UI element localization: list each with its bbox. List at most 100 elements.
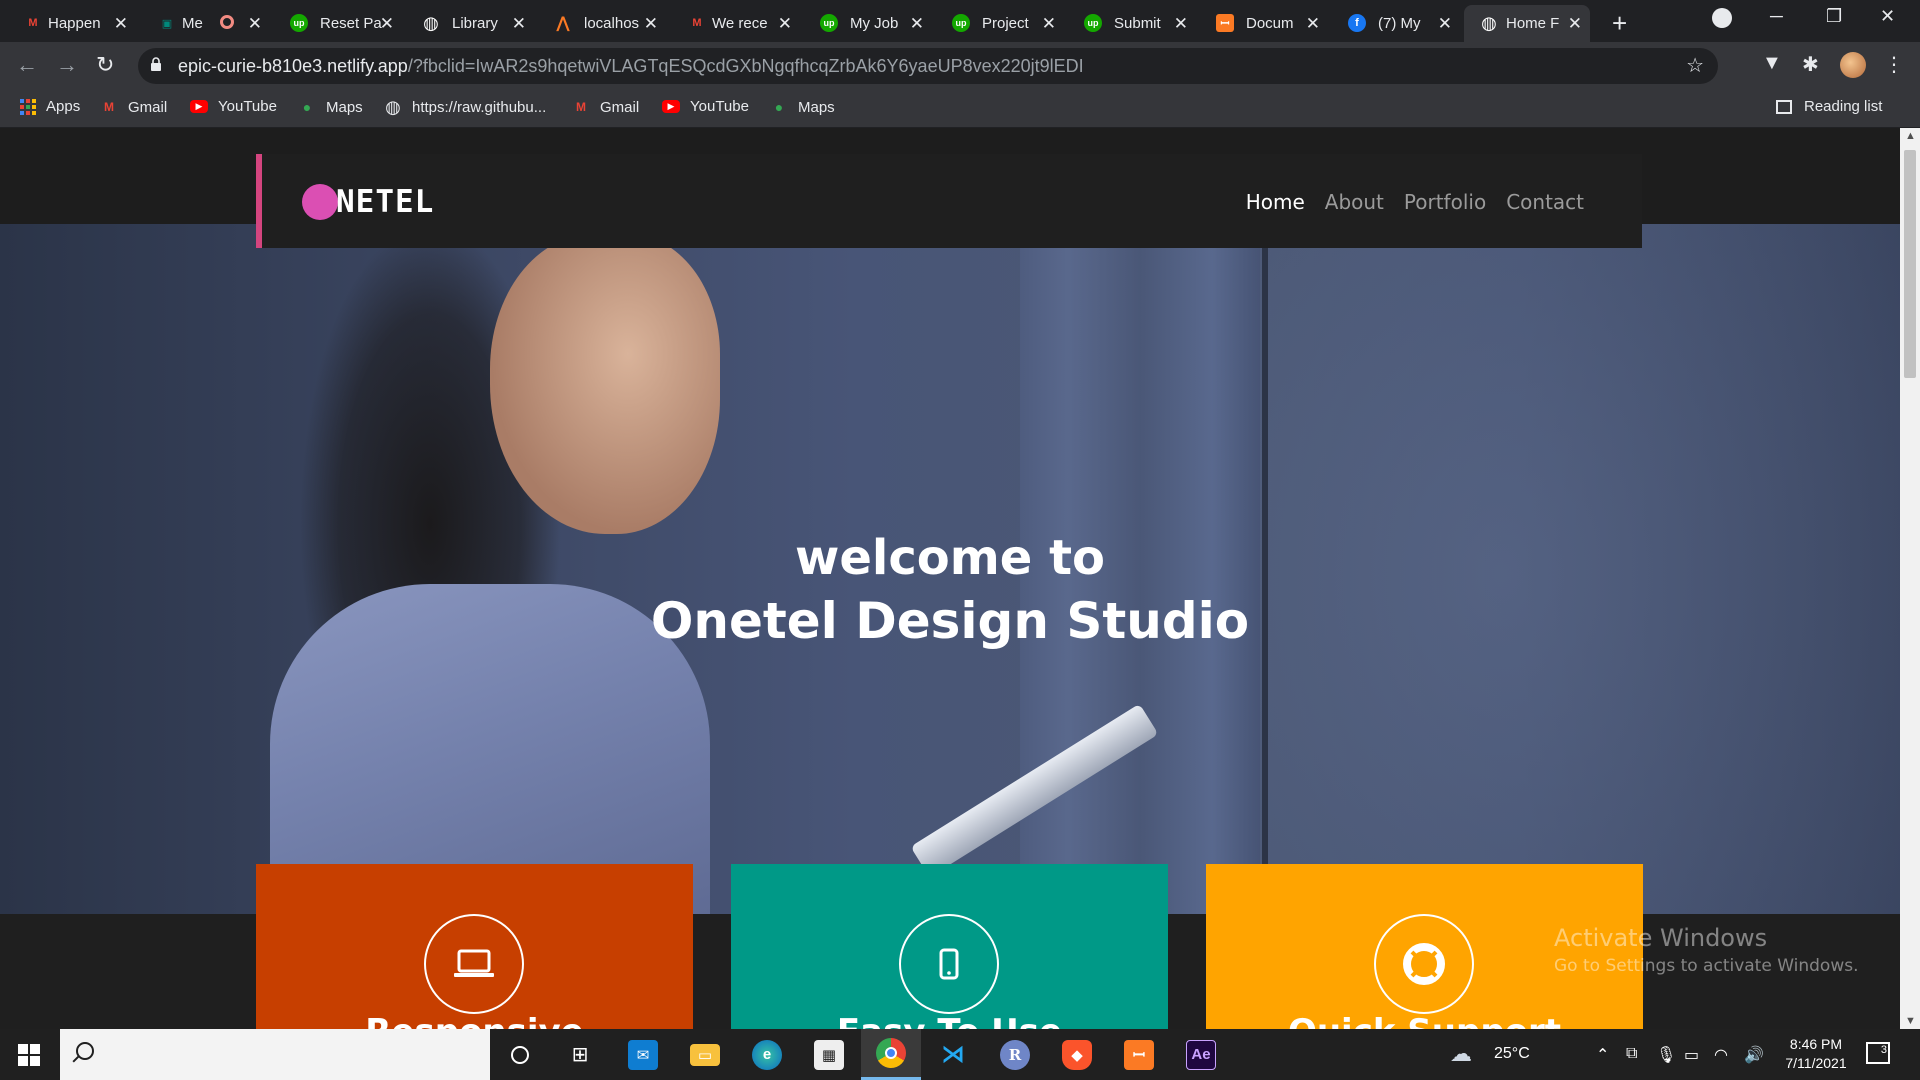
- browser-tab[interactable]: ◍ Library ✕: [422, 5, 534, 42]
- brave-browser-icon[interactable]: ◆: [1047, 1029, 1107, 1080]
- r-app-icon[interactable]: R: [985, 1029, 1045, 1080]
- microphone-icon[interactable]: 🎙: [1656, 1045, 1676, 1065]
- close-icon[interactable]: ✕: [644, 14, 658, 34]
- mail-app-icon[interactable]: ✉: [613, 1029, 673, 1080]
- reading-list-label: Reading list: [1804, 98, 1883, 115]
- meet-now-icon[interactable]: ⧉: [1626, 1045, 1637, 1063]
- menu-kebab-icon[interactable]: ⋮: [1884, 52, 1904, 77]
- browser-tab[interactable]: up Reset Pa ✕: [290, 5, 402, 42]
- reload-button[interactable]: ↻: [96, 52, 114, 78]
- bookmark-gmail[interactable]: M Gmail: [572, 98, 639, 116]
- edge-browser-icon[interactable]: e: [737, 1029, 797, 1080]
- nav-link-about[interactable]: About: [1325, 190, 1384, 214]
- bookmark-gmail[interactable]: M Gmail: [100, 98, 167, 116]
- minimize-button[interactable]: ─: [1770, 6, 1783, 27]
- new-tab-button[interactable]: +: [1612, 8, 1627, 39]
- close-icon[interactable]: ✕: [248, 14, 262, 34]
- tab-title: localhos: [584, 15, 640, 32]
- service-card-title: Quick Support: [1206, 1012, 1643, 1029]
- page-scrollbar[interactable]: ▲ ▼: [1900, 128, 1920, 1029]
- service-card-easy-to-use: Easy To Use: [731, 864, 1168, 1029]
- extension-vpn-icon[interactable]: ▼: [1762, 52, 1782, 75]
- close-icon[interactable]: ✕: [910, 14, 924, 34]
- search-icon: [76, 1042, 94, 1060]
- xampp-icon: ꟷ: [1216, 14, 1234, 32]
- bookmark-youtube[interactable]: ▶ YouTube: [662, 98, 749, 115]
- close-icon[interactable]: ✕: [114, 14, 128, 34]
- after-effects-icon[interactable]: Ae: [1171, 1029, 1231, 1080]
- close-window-button[interactable]: ✕: [1880, 6, 1895, 27]
- close-icon[interactable]: ✕: [778, 14, 792, 34]
- restore-button[interactable]: ❐: [1826, 6, 1842, 27]
- taskbar-search-box[interactable]: [60, 1029, 490, 1080]
- browser-tab[interactable]: f (7) My ✕: [1348, 5, 1460, 42]
- address-bar[interactable]: epic-curie-b810e3.netlify.app/?fbclid=Iw…: [138, 48, 1718, 84]
- scroll-up-arrow-icon[interactable]: ▲: [1905, 130, 1916, 142]
- logo-circle-icon: [302, 184, 338, 220]
- bookmark-label: Gmail: [600, 98, 640, 116]
- browser-tab-active[interactable]: ◍ Home F ✕: [1464, 5, 1590, 42]
- chevron-up-icon[interactable]: ⌃: [1596, 1045, 1609, 1065]
- browser-tab[interactable]: ꟷ Docum ✕: [1216, 5, 1328, 42]
- extensions-puzzle-icon[interactable]: ✱: [1802, 52, 1819, 77]
- nav-link-home[interactable]: Home: [1246, 190, 1305, 214]
- service-card-title: Responsive: [256, 1012, 693, 1029]
- browser-tab[interactable]: up My Job ✕: [820, 5, 932, 42]
- wifi-icon[interactable]: ◠: [1714, 1045, 1728, 1065]
- close-icon[interactable]: ✕: [512, 14, 526, 34]
- chrome-icon[interactable]: [861, 1029, 921, 1080]
- close-icon[interactable]: ✕: [1174, 14, 1188, 34]
- close-icon[interactable]: ✕: [1568, 14, 1582, 34]
- tab-title: Me: [182, 15, 203, 32]
- gmail-icon: M: [692, 17, 702, 29]
- microsoft-store-icon[interactable]: ▦: [799, 1029, 859, 1080]
- xampp-icon[interactable]: ꟷ: [1109, 1029, 1169, 1080]
- site-navbar: NETEL Home About Portfolio Contact: [256, 154, 1642, 248]
- windows-start-icon[interactable]: [18, 1044, 40, 1066]
- globe-icon: ◍: [385, 96, 401, 117]
- scroll-down-arrow-icon[interactable]: ▼: [1905, 1015, 1916, 1027]
- tab-title: (7) My: [1378, 15, 1421, 32]
- browser-tab[interactable]: up Submit ✕: [1084, 5, 1196, 42]
- browser-tab[interactable]: M We rece ✕: [688, 5, 800, 42]
- back-button[interactable]: ←: [16, 52, 38, 78]
- scroll-thumb[interactable]: [1904, 150, 1916, 378]
- gmail-icon: M: [104, 100, 114, 114]
- tab-title: We rece: [712, 15, 768, 32]
- nav-link-portfolio[interactable]: Portfolio: [1404, 190, 1486, 214]
- bookmark-star-icon[interactable]: ☆: [1686, 53, 1704, 78]
- volume-icon[interactable]: 🔊: [1744, 1045, 1764, 1065]
- taskbar-clock[interactable]: 8:46 PM 7/11/2021: [1776, 1035, 1856, 1073]
- close-icon[interactable]: ✕: [1438, 14, 1452, 34]
- bookmark-label: https://raw.githubu...: [412, 98, 547, 116]
- bookmark-youtube[interactable]: ▶ YouTube: [190, 98, 277, 115]
- cortana-icon[interactable]: [490, 1029, 550, 1080]
- browser-tab[interactable]: M Happen ✕: [24, 5, 136, 42]
- browser-tab[interactable]: ⋀ localhos ✕: [554, 5, 666, 42]
- bookmark-apps[interactable]: Apps: [20, 98, 80, 115]
- tab-search-icon[interactable]: [1712, 8, 1732, 28]
- browser-tab[interactable]: ▣ Me ✕: [158, 5, 270, 42]
- file-explorer-icon[interactable]: ▭: [675, 1029, 735, 1080]
- nav-link-contact[interactable]: Contact: [1506, 190, 1584, 214]
- weather-temperature[interactable]: 25°C: [1494, 1045, 1530, 1063]
- vscode-icon[interactable]: ⋊: [923, 1029, 983, 1080]
- notification-center-icon[interactable]: 3: [1866, 1042, 1890, 1064]
- bookmark-maps[interactable]: ● Maps: [770, 98, 835, 116]
- close-icon[interactable]: ✕: [1306, 14, 1320, 34]
- tab-title: Home F: [1506, 15, 1560, 32]
- task-view-icon[interactable]: ⊞: [550, 1029, 610, 1080]
- bookmark-github-raw[interactable]: ◍ https://raw.githubu...: [384, 96, 547, 117]
- close-icon[interactable]: ✕: [380, 14, 394, 34]
- bookmark-maps[interactable]: ● Maps: [298, 98, 363, 116]
- close-icon[interactable]: ✕: [1042, 14, 1056, 34]
- hero-heading-line1: welcome to: [795, 530, 1105, 586]
- site-logo[interactable]: NETEL: [302, 184, 434, 220]
- forward-button[interactable]: →: [56, 52, 78, 78]
- battery-icon[interactable]: ▭: [1684, 1045, 1699, 1065]
- reading-list-button[interactable]: Reading list: [1776, 98, 1882, 115]
- browser-tab[interactable]: up Project ✕: [952, 5, 1064, 42]
- profile-avatar[interactable]: [1840, 52, 1866, 78]
- weather-cloud-icon[interactable]: ☁: [1450, 1041, 1472, 1067]
- mobile-icon: [899, 914, 999, 1014]
